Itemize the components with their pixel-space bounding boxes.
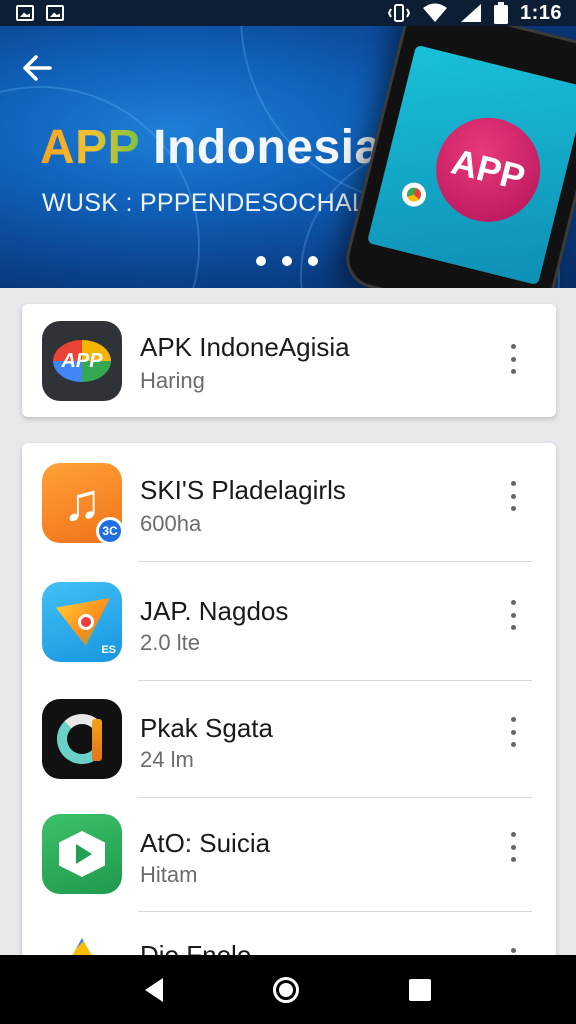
home-icon[interactable] <box>273 976 299 1003</box>
decor-wave <box>0 86 200 288</box>
app-meta: Haring <box>140 368 205 393</box>
status-right: 1:16 <box>387 1 562 25</box>
carousel-dot[interactable] <box>282 256 292 266</box>
app-logo-icon: APP <box>42 321 122 401</box>
image-icon <box>46 5 64 21</box>
list-item[interactable]: AtO: Suicia Hitam <box>22 798 556 916</box>
phone-screen: APP <box>366 44 576 286</box>
featured-app-card[interactable]: APP APK IndoneAgisia Haring <box>22 304 556 417</box>
app-name: JAP. Nagdos <box>140 596 289 626</box>
play-icon <box>42 814 122 894</box>
app-badge: ES <box>101 644 116 656</box>
more-options-icon[interactable] <box>504 344 522 374</box>
app-name: Pkak Sgata <box>140 713 273 743</box>
carousel-dots <box>256 256 318 266</box>
system-nav-bar <box>0 955 576 1024</box>
list-item[interactable]: APP APK IndoneAgisia Haring <box>22 304 556 417</box>
status-left <box>16 5 64 21</box>
vibrate-icon <box>387 4 410 22</box>
app-badge: 3C <box>96 517 124 545</box>
c-letter-icon <box>42 699 122 779</box>
back-arrow-icon[interactable] <box>22 54 56 84</box>
wifi-icon <box>422 3 447 22</box>
back-icon[interactable] <box>145 977 163 1002</box>
app-name: APK IndoneAgisia <box>140 332 350 362</box>
app-meta: 600ha <box>140 511 202 536</box>
recents-icon[interactable] <box>409 978 431 1001</box>
paper-plane-icon: ES <box>42 582 122 662</box>
hero-subtitle: WUSK : PPPENDESOCHAL <box>42 189 367 217</box>
hero-title: APP Indonesia <box>40 120 382 175</box>
app-name: AtO: Suicia <box>140 828 271 858</box>
app-meta: 2.0 lte <box>140 630 200 655</box>
hero-banner[interactable]: APP Indonesia WUSK : PPPENDESOCHAL APP <box>0 26 576 288</box>
list-item[interactable]: ES JAP. Nagdos 2.0 lte <box>22 562 556 680</box>
app-meta: Hitam <box>140 862 198 887</box>
phone-app-badge: APP <box>425 106 552 233</box>
more-options-icon[interactable] <box>504 481 522 511</box>
more-options-icon[interactable] <box>504 832 522 862</box>
app-list-card: ♫ 3C SKI'S Pladelagirls 600ha ES JAP. Nag… <box>22 443 556 983</box>
carousel-dot[interactable] <box>308 256 318 266</box>
chrome-icon <box>399 180 429 210</box>
image-icon <box>16 5 34 21</box>
app-name: SKI'S Pladelagirls <box>140 475 346 505</box>
app-meta: 24 lm <box>140 747 194 772</box>
list-item[interactable]: ♫ 3C SKI'S Pladelagirls 600ha <box>22 443 556 561</box>
music-note-icon: ♫ 3C <box>42 463 124 545</box>
list-item[interactable]: Pkak Sgata 24 lm <box>22 681 556 799</box>
battery-icon <box>493 2 508 24</box>
hero-title-rest: Indonesia <box>139 121 382 174</box>
signal-icon <box>460 4 481 22</box>
status-time: 1:16 <box>519 1 562 24</box>
status-bar: 1:16 <box>0 0 576 26</box>
more-options-icon[interactable] <box>504 600 522 630</box>
carousel-dot[interactable] <box>256 256 266 266</box>
more-options-icon[interactable] <box>504 717 522 747</box>
hero-title-accent: APP <box>40 121 140 174</box>
